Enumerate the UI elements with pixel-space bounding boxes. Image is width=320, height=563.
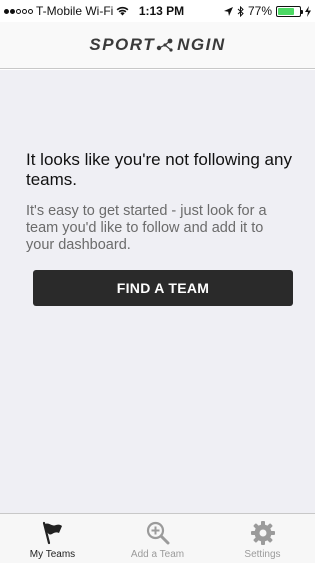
find-a-team-button[interactable]: FIND A TEAM [33,270,293,306]
gear-icon [250,520,276,546]
tab-my-teams[interactable]: My Teams [0,514,105,563]
bluetooth-icon [237,5,244,17]
tab-label-add-a-team: Add a Team [130,549,185,560]
logo-connector-icon [156,38,173,52]
battery-percent: 77% [247,4,272,18]
battery-icon [276,5,303,17]
tab-settings[interactable]: Settings [210,514,315,563]
charging-icon [305,5,311,17]
status-left: T-Mobile Wi-Fi [4,4,129,18]
tab-label-settings: Settings [244,549,281,560]
sportngin-logo: SPORT NGIN [89,35,225,55]
wifi-icon [116,6,129,16]
logo-text-sport: SPORT [89,35,156,54]
carrier-label: T-Mobile Wi-Fi [36,4,114,18]
flag-icon [40,520,66,546]
empty-state-body: It's easy to get started - just look for… [26,203,267,253]
signal-strength-icon [4,8,33,14]
tab-label-my-teams: My Teams [29,549,76,560]
tab-bar: My Teams Add a Team Settings [0,513,315,563]
status-right: 77% [223,4,311,18]
location-arrow-icon [223,6,233,16]
zoom-in-icon [145,520,171,546]
logo-text-ngin: NGIN [177,35,226,54]
status-bar: T-Mobile Wi-Fi 1:13 PM 77% [0,0,315,22]
status-time: 1:13 PM [138,4,185,18]
main-content: It looks like you're not following any t… [0,70,315,513]
empty-state-title: It looks like you're not following any t… [26,150,292,189]
battery-fill [278,7,295,15]
nav-bar: SPORT NGIN [0,22,315,69]
tab-add-a-team[interactable]: Add a Team [105,514,210,563]
